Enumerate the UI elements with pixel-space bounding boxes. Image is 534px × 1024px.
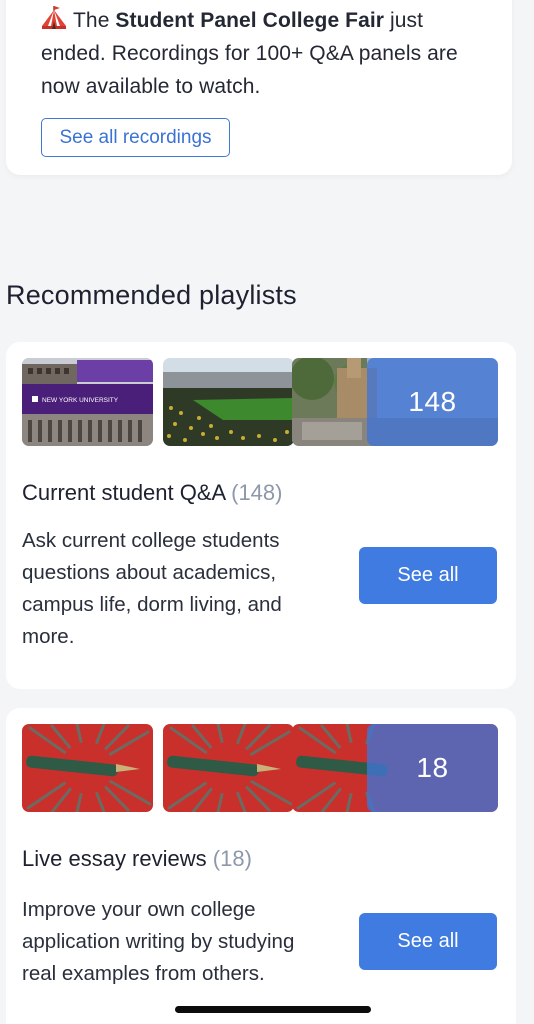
section-title: Recommended playlists: [6, 280, 297, 310]
playlist-count-overlay: 148: [367, 358, 498, 446]
announcement-text: The Student Panel College Fair just ende…: [41, 4, 491, 103]
event-name: Student Panel College Fair: [115, 9, 385, 32]
fountain-pens-thumbnail: [22, 724, 153, 812]
page: The Student Panel College Fair just ende…: [0, 0, 534, 1024]
announcement-card: The Student Panel College Fair just ende…: [6, 0, 512, 175]
playlist-thumbnails[interactable]: 18: [22, 724, 498, 812]
fountain-pens-thumbnail: 18: [292, 724, 498, 812]
playlist-title-text: Live essay reviews: [22, 846, 207, 871]
see-all-button[interactable]: See all: [359, 913, 497, 970]
playlist-title[interactable]: Live essay reviews (18): [22, 846, 252, 872]
playlist-card-current-student-qa[interactable]: NEW YORK UNIVERSITY 148 Current student …: [6, 342, 516, 689]
playlist-count: (18): [212, 846, 252, 871]
playlist-title[interactable]: Current student Q&A (148): [22, 480, 282, 506]
nyu-building-thumbnail: NEW YORK UNIVERSITY: [22, 358, 153, 446]
playlist-card-live-essay-reviews[interactable]: 18 Live essay reviews (18) Improve your …: [6, 708, 516, 1024]
playlist-thumbnails[interactable]: NEW YORK UNIVERSITY 148: [22, 358, 498, 446]
playlist-description: Ask current college students questions a…: [22, 529, 282, 648]
fountain-pens-thumbnail: [163, 724, 294, 812]
thumb-caption: NEW YORK UNIVERSITY: [42, 397, 119, 404]
stadium-thumbnail: [163, 358, 294, 446]
playlist-count: (148): [231, 480, 283, 505]
playlist-count-overlay: 18: [367, 724, 498, 812]
see-all-recordings-button[interactable]: See all recordings: [41, 118, 230, 157]
playlist-description: Improve your own college application wri…: [22, 898, 295, 985]
campus-thumbnail: 148: [292, 358, 498, 446]
see-all-button[interactable]: See all: [359, 547, 497, 604]
playlist-title-text: Current student Q&A: [22, 480, 225, 505]
home-indicator[interactable]: [175, 1006, 371, 1013]
circus-tent-icon: [41, 6, 67, 30]
announcement-text-before: The: [73, 9, 116, 32]
